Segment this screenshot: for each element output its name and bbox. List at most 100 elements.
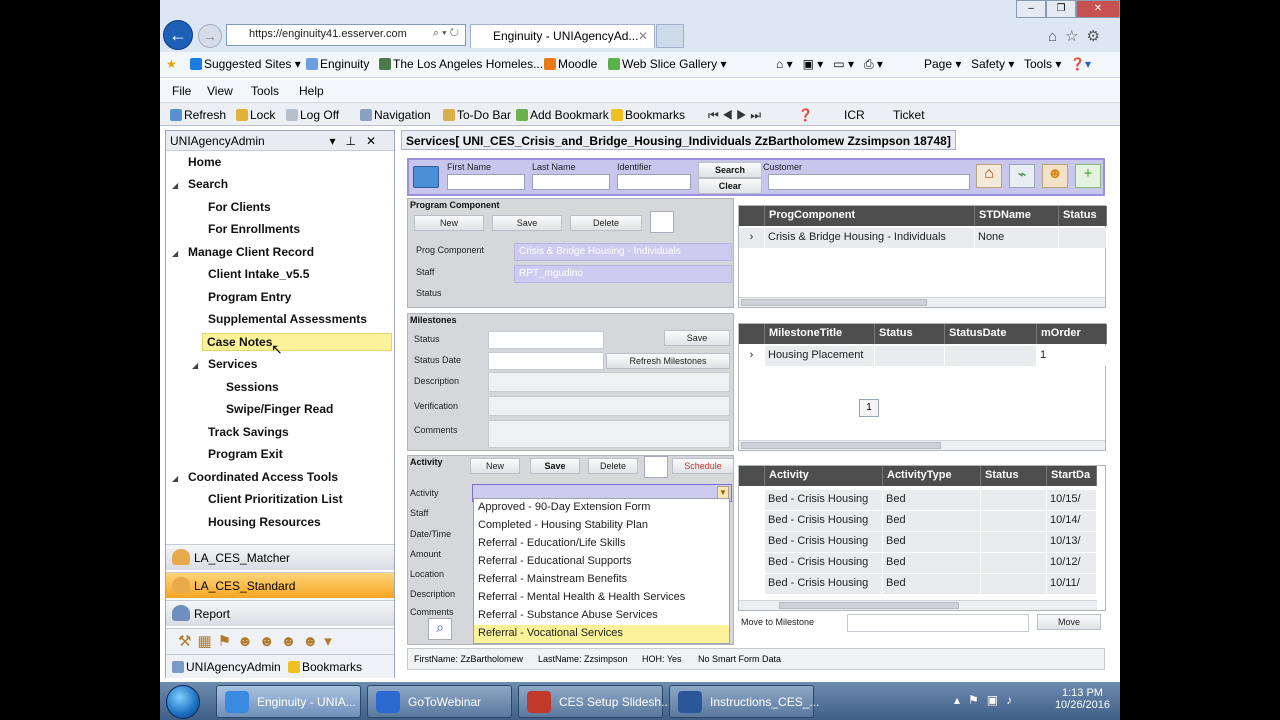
description-input[interactable] <box>488 372 730 392</box>
tree-client-prioritization-list[interactable]: Client Prioritization List <box>208 492 343 506</box>
grid-header[interactable]: STDName <box>975 206 1059 226</box>
table-cell[interactable]: Bed <box>883 553 981 573</box>
grid-header[interactable]: StatusDate <box>945 324 1037 344</box>
row-expand-icon[interactable]: › <box>739 228 765 248</box>
table-cell[interactable]: Bed <box>883 511 981 531</box>
task-enginuity[interactable]: Enginuity - UNIA... <box>216 685 361 718</box>
lock-button[interactable]: Lock <box>236 108 275 122</box>
task-instructions[interactable]: Instructions_CES_... <box>669 685 819 718</box>
table-cell[interactable]: Bed - Crisis Housing <box>765 511 883 531</box>
pc-delete-button[interactable]: Delete <box>570 215 642 231</box>
table-cell[interactable]: Crisis & Bridge Housing - Individuals <box>765 228 975 248</box>
dropdown-option[interactable]: Referral - Substance Abuse Services <box>474 607 729 625</box>
search-icon[interactable]: ⌕ <box>428 618 452 640</box>
search-refresh-icons[interactable]: ⌕ ▾ ↻ <box>433 27 459 40</box>
grid-header[interactable]: StartDa <box>1047 466 1097 486</box>
ticket-button[interactable]: Ticket <box>893 108 925 122</box>
expand-icon[interactable]: ◢ <box>192 361 198 370</box>
table-cell[interactable]: Housing Placement <box>765 346 875 366</box>
scroll-thumb[interactable] <box>779 602 959 609</box>
customer-select[interactable] <box>768 174 970 190</box>
maximize-button[interactable]: ❐ <box>1046 0 1076 18</box>
fav-la-homeless[interactable]: The Los Angeles Homeles... <box>379 57 543 71</box>
grid-header[interactable]: MilestoneTitle <box>765 324 875 344</box>
tools-menu[interactable]: Tools ▾ <box>1024 57 1061 71</box>
tab-bookmarks[interactable]: Bookmarks <box>288 660 362 674</box>
family-icon[interactable]: ☻ <box>1042 164 1068 188</box>
grid-header[interactable]: Activity <box>765 466 883 486</box>
search-button[interactable]: Search <box>698 162 762 178</box>
expand-icon[interactable]: ◢ <box>172 474 178 483</box>
act-new-button[interactable]: New <box>470 458 520 474</box>
first-name-input[interactable] <box>447 174 525 190</box>
dropdown-option[interactable]: Referral - Mental Health & Health Servic… <box>474 589 729 607</box>
favorites-star-icon[interactable]: ★ <box>166 57 177 71</box>
grid-header[interactable]: Status <box>981 466 1047 486</box>
table-cell[interactable]: Bed <box>883 532 981 552</box>
minimize-button[interactable]: – <box>1016 0 1046 18</box>
client-card-icon[interactable] <box>413 166 439 188</box>
move-button[interactable]: Move <box>1037 614 1101 630</box>
verification-input[interactable] <box>488 396 730 416</box>
dropdown-option[interactable]: Referral - Education/Life Skills <box>474 535 729 553</box>
status-date-input[interactable] <box>488 352 604 370</box>
horizontal-scrollbar[interactable] <box>739 440 1105 450</box>
todo-bar-button[interactable]: To-Do Bar <box>443 108 511 122</box>
forward-button[interactable]: → <box>198 24 222 48</box>
refresh-milestones-button[interactable]: Refresh Milestones <box>606 353 730 369</box>
last-name-input[interactable] <box>532 174 610 190</box>
tree-program-entry[interactable]: Program Entry <box>208 290 291 304</box>
start-button[interactable] <box>166 685 200 719</box>
fav-moodle[interactable]: Moodle <box>544 57 597 71</box>
tree-swipe-finger-read[interactable]: Swipe/Finger Read <box>226 402 333 416</box>
tree-supplemental-assessments[interactable]: Supplemental Assessments <box>208 312 367 326</box>
tree-for-clients[interactable]: For Clients <box>208 200 271 214</box>
table-cell[interactable]: 10/15/ <box>1047 490 1097 510</box>
record-nav-icons[interactable]: ⏮ ◀ ▶ ⏭ <box>708 108 761 123</box>
act-delete-button[interactable]: Delete <box>588 458 638 474</box>
help-circle-icon[interactable]: ❓ <box>798 108 813 122</box>
table-cell[interactable]: 10/14/ <box>1047 511 1097 531</box>
accordion-report[interactable]: Report <box>166 600 394 626</box>
table-cell[interactable] <box>981 553 1047 573</box>
new-tab-button[interactable] <box>656 24 684 48</box>
refresh-button[interactable]: Refresh <box>170 108 226 122</box>
expand-icon[interactable]: ◢ <box>172 249 178 258</box>
dropdown-option-highlighted[interactable]: Referral - Vocational Services <box>474 625 729 643</box>
row-expand-icon[interactable]: › <box>739 346 765 366</box>
scroll-thumb[interactable] <box>741 299 927 306</box>
house-icon[interactable]: ⌂ <box>976 164 1002 188</box>
horizontal-scrollbar[interactable] <box>739 297 1105 307</box>
dropdown-option[interactable]: Referral - Mainstream Benefits <box>474 571 729 589</box>
table-cell[interactable] <box>875 346 945 366</box>
help-icon[interactable]: ❓▾ <box>1070 57 1091 71</box>
tree-track-savings[interactable]: Track Savings <box>208 425 289 439</box>
pc-save-button[interactable]: Save <box>492 215 562 231</box>
tree-for-enrollments[interactable]: For Enrollments <box>208 222 300 236</box>
grid-header[interactable]: mOrder <box>1037 324 1107 344</box>
table-cell[interactable]: None <box>975 228 1059 248</box>
icr-button[interactable]: ICR <box>844 108 865 122</box>
notes-pad-icon[interactable] <box>650 211 674 233</box>
browser-tab-active[interactable]: Enginuity - UNIAgencyAd... ✕ <box>470 24 655 48</box>
tab-uniagencyadmin[interactable]: UNIAgencyAdmin <box>172 660 281 674</box>
close-tab-icon[interactable]: ✕ <box>638 29 648 43</box>
bookmarks-button[interactable]: Bookmarks <box>611 108 685 122</box>
ms-status-select[interactable] <box>488 331 604 349</box>
back-button[interactable]: ← <box>163 20 193 50</box>
page-number-button[interactable]: 1 <box>859 399 879 417</box>
table-cell[interactable] <box>945 346 1037 366</box>
table-cell[interactable] <box>981 511 1047 531</box>
table-cell[interactable]: 10/13/ <box>1047 532 1097 552</box>
tree-manage-client-record[interactable]: Manage Client Record <box>188 245 314 259</box>
schedule-button[interactable]: Schedule <box>672 458 734 474</box>
tree-coordinated-access-tools[interactable]: Coordinated Access Tools <box>188 470 338 484</box>
system-clock[interactable]: 1:13 PM 10/26/2016 <box>1055 687 1110 711</box>
close-window-button[interactable]: ✕ <box>1076 0 1120 18</box>
move-to-milestone-select[interactable] <box>847 614 1029 632</box>
log-off-button[interactable]: Log Off <box>286 108 339 122</box>
tree-program-exit[interactable]: Program Exit <box>208 447 283 461</box>
tree-sessions[interactable]: Sessions <box>226 380 279 394</box>
table-cell[interactable]: Bed - Crisis Housing <box>765 553 883 573</box>
staff-select[interactable]: RPT_mgudino <box>514 265 732 283</box>
